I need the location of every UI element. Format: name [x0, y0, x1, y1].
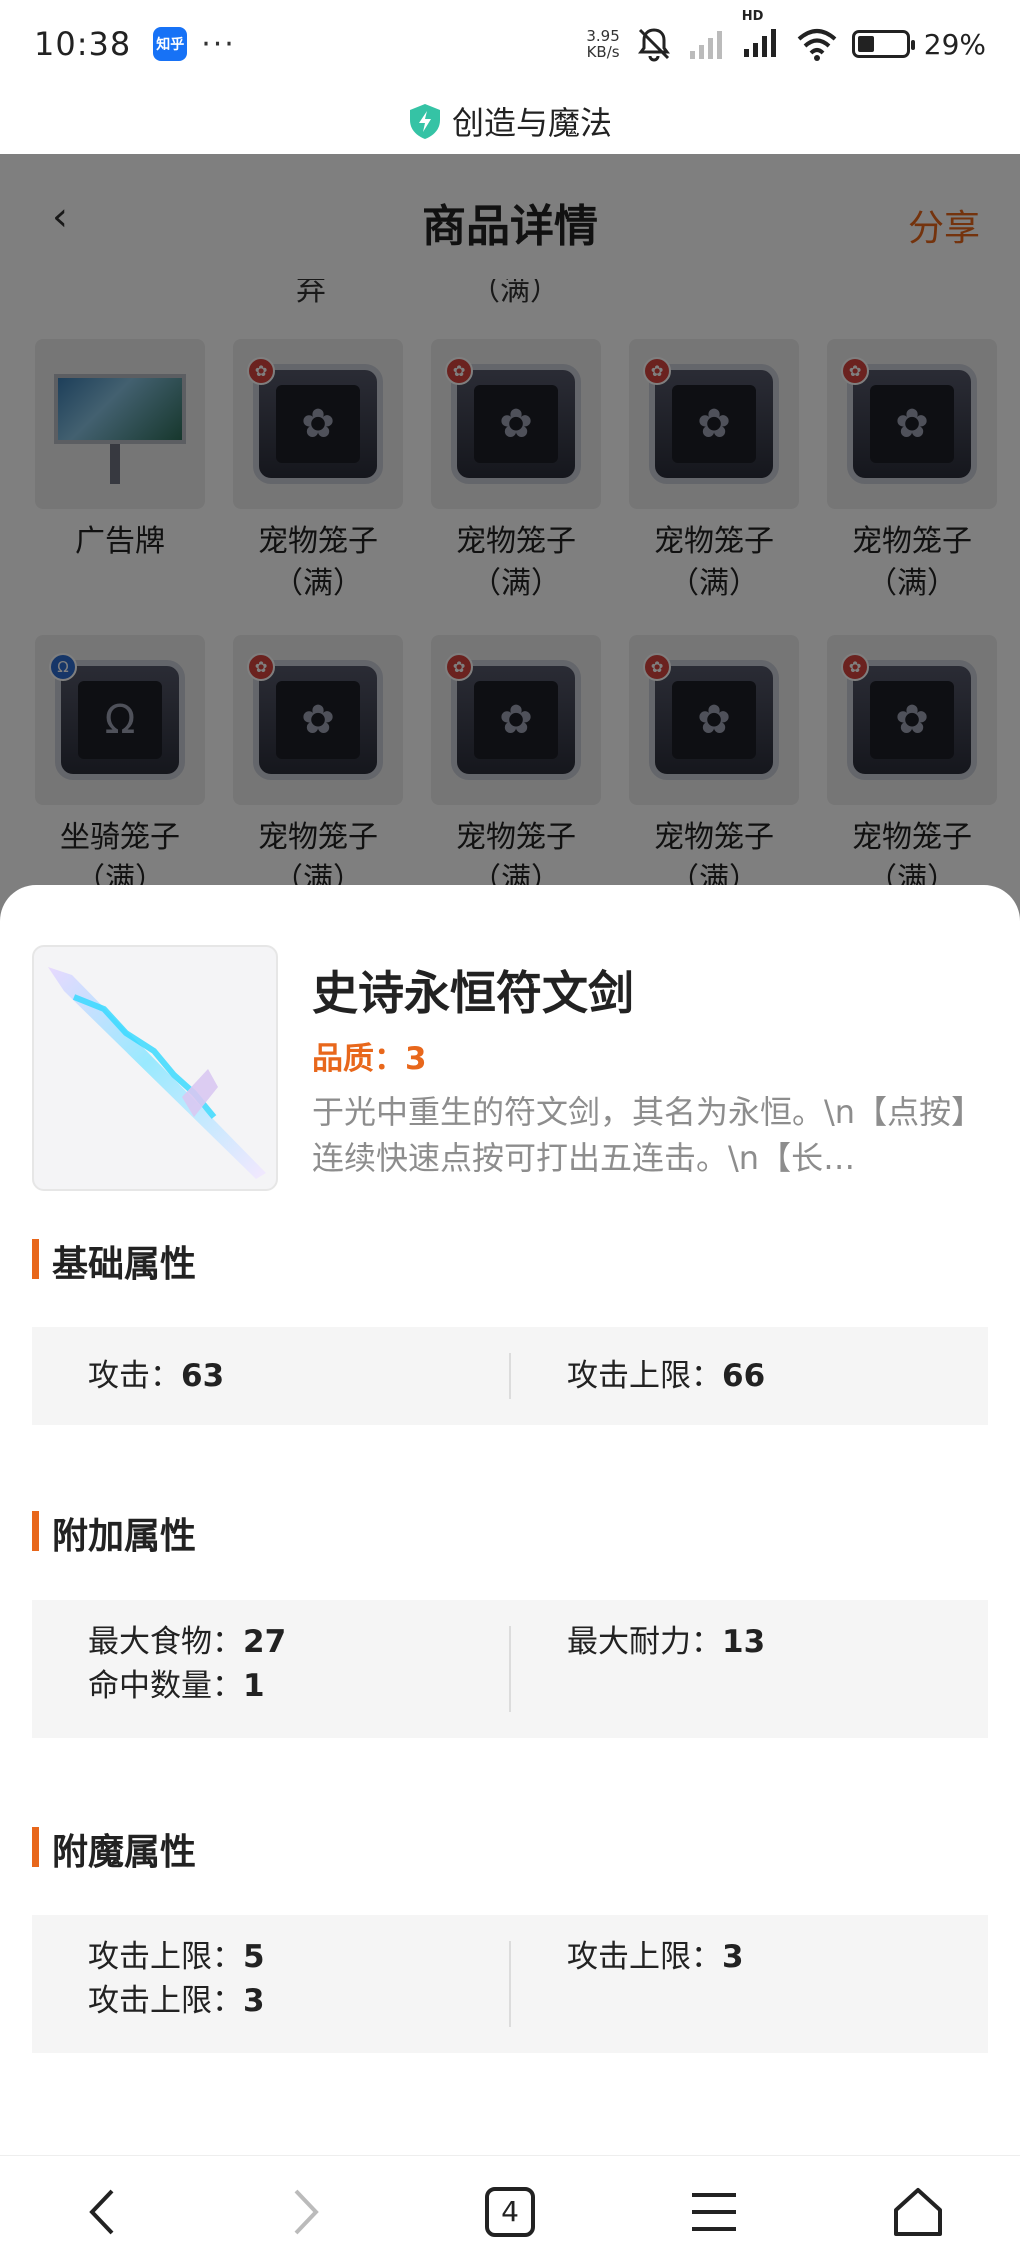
nav-menu-button[interactable]: [674, 2172, 754, 2252]
attr-value: 13: [722, 1624, 766, 1660]
browser-title: 创造与魔法: [451, 104, 612, 142]
net-speed: 3.95 KB/s: [586, 28, 619, 60]
attr-line: 最大耐力：13: [567, 1620, 988, 1664]
browser-nav-bar: 4: [0, 2155, 1020, 2267]
attr-line: 最大食物：27: [88, 1620, 509, 1664]
status-more-icon: ···: [201, 26, 236, 62]
attr-col-right: 攻击上限：66: [511, 1327, 988, 1425]
signal-icon-1: [689, 31, 722, 59]
tab-count: 4: [501, 2195, 519, 2228]
hd-label: HD: [741, 9, 764, 24]
attr-box-extra: 最大食物：27 命中数量：1 最大耐力：13: [32, 1600, 988, 1738]
attr-col-right: 最大耐力：13: [511, 1600, 988, 1738]
item-quality: 品质：3: [312, 1041, 427, 1077]
attr-value: 5: [243, 1939, 265, 1975]
net-speed-value: 3.95: [586, 27, 620, 45]
attr-label: 攻击上限：: [567, 1939, 722, 1975]
item-name: 史诗永恒符文剑: [312, 966, 634, 1020]
forward-icon: [294, 2189, 319, 2234]
section-title-basic: 基础属性: [32, 1235, 196, 1287]
attr-value: 3: [722, 1939, 744, 1975]
weapon-image: [32, 945, 278, 1191]
attr-box-enchant: 攻击上限：5 攻击上限：3 攻击上限：3: [32, 1915, 988, 2053]
nav-forward-button[interactable]: [266, 2172, 346, 2252]
browser-title-bar: 创造与魔法: [0, 88, 1020, 154]
attr-value: 3: [243, 1983, 265, 2019]
attr-line: 攻击上限：3: [567, 1935, 988, 1979]
attr-label: 攻击上限：: [88, 1983, 243, 2019]
attr-value: 27: [243, 1624, 287, 1660]
nav-back-button[interactable]: [62, 2172, 142, 2252]
attr-label: 攻击上限：: [567, 1358, 722, 1394]
shield-icon: [409, 104, 440, 139]
attr-col-left: 攻击：63: [32, 1327, 509, 1425]
signal-icon-2: HD: [742, 9, 782, 63]
attr-label: 攻击：: [88, 1358, 181, 1394]
item-detail-sheet: 史诗永恒符文剑 品质：3 于光中重生的符文剑，其名为永恒。\n【点按】连续快速点…: [0, 885, 1020, 2155]
status-bar: 10:38 知乎 ··· 3.95 KB/s HD 29%: [0, 0, 1020, 88]
section-title-enchant: 附魔属性: [32, 1823, 196, 1875]
attr-label: 最大耐力：: [567, 1624, 722, 1660]
attr-value: 63: [181, 1358, 225, 1394]
battery-icon: [851, 30, 915, 58]
home-icon: [894, 2187, 942, 2236]
mute-icon: [637, 28, 670, 62]
nav-tabs-button[interactable]: 4: [470, 2172, 550, 2252]
attr-line: 攻击上限：66: [567, 1354, 988, 1398]
attr-line: 攻击：63: [88, 1354, 509, 1398]
attr-label: 攻击上限：: [88, 1939, 243, 1975]
attr-box-basic: 攻击：63 攻击上限：66: [32, 1327, 988, 1425]
battery-percent: 29%: [923, 27, 986, 61]
attr-line: 命中数量：1: [88, 1664, 509, 1708]
attr-value: 66: [722, 1358, 766, 1394]
attr-line: 攻击上限：5: [88, 1935, 509, 1979]
menu-icon: [692, 2192, 736, 2231]
attr-col-right: 攻击上限：3: [511, 1915, 988, 2053]
net-speed-unit: KB/s: [586, 43, 620, 61]
nav-home-button[interactable]: [878, 2172, 958, 2252]
back-icon: [89, 2189, 114, 2234]
status-time: 10:38: [34, 25, 132, 63]
status-indicators: 3.95 KB/s HD 29%: [586, 9, 986, 64]
attr-line: 攻击上限：3: [88, 1979, 509, 2023]
attr-col-left: 最大食物：27 命中数量：1: [32, 1600, 509, 1738]
wifi-icon: [797, 29, 837, 61]
attr-col-left: 攻击上限：5 攻击上限：3: [32, 1915, 509, 2053]
attr-label: 最大食物：: [88, 1624, 243, 1660]
item-description: 于光中重生的符文剑，其名为永恒。\n【点按】连续快速点按可打出五连击。\n【长…: [312, 1093, 984, 1177]
attr-value: 1: [243, 1668, 265, 1704]
section-title-extra: 附加属性: [32, 1507, 196, 1559]
attr-label: 命中数量：: [88, 1668, 243, 1704]
zhihu-icon: 知乎: [153, 27, 188, 61]
